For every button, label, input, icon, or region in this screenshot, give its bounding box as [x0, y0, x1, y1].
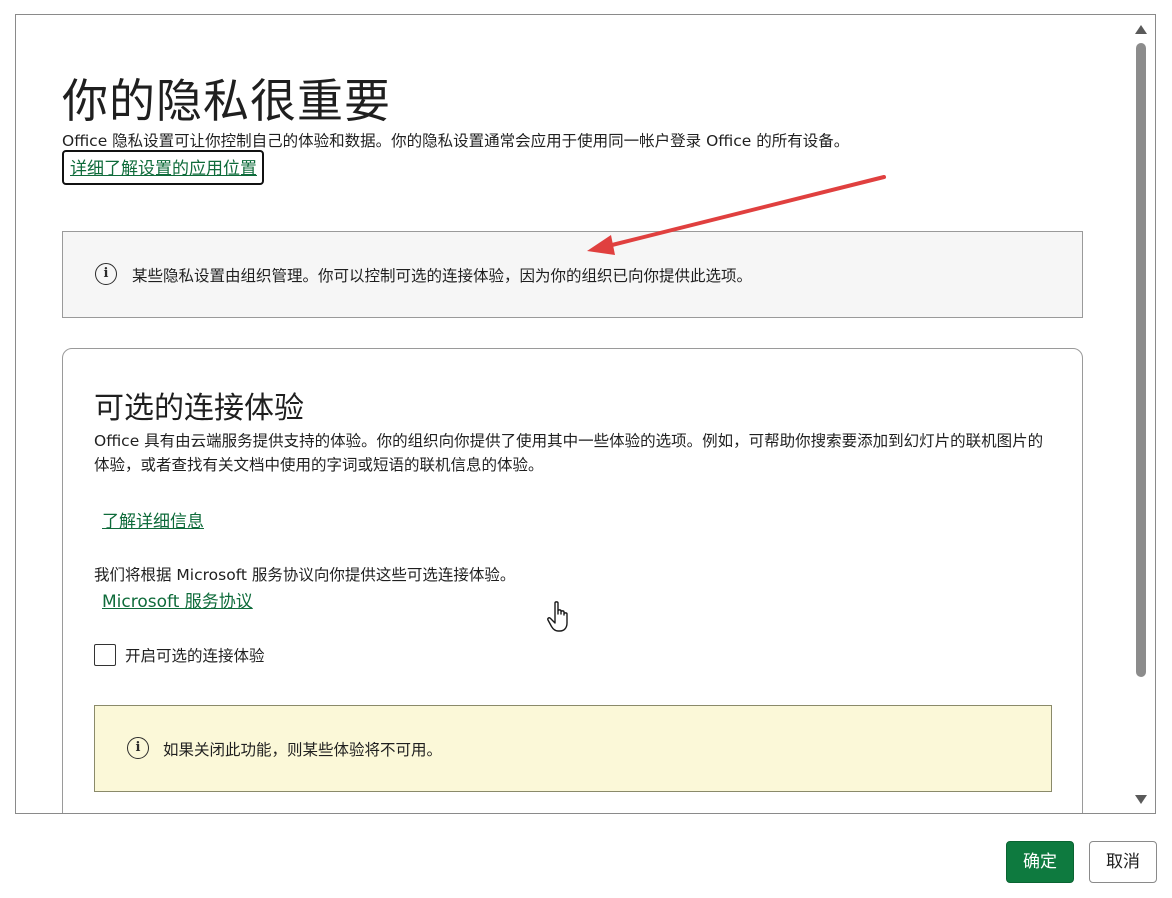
optional-experiences-toggle-row[interactable]: 开启可选的连接体验	[94, 644, 265, 666]
learn-where-settings-apply-link[interactable]: 详细了解设置的应用位置	[62, 150, 264, 185]
warning-bar: i 如果关闭此功能，则某些体验将不可用。	[94, 705, 1052, 792]
section-description: Office 具有由云端服务提供支持的体验。你的组织向你提供了使用其中一些体验的…	[94, 432, 1044, 474]
agreement-text: 我们将根据 Microsoft 服务协议向你提供这些可选连接体验。	[94, 566, 516, 584]
vertical-scrollbar[interactable]	[1127, 15, 1155, 813]
managed-settings-info-bar: i 某些隐私设置由组织管理。你可以控制可选的连接体验，因为你的组织已向你提供此选…	[62, 231, 1083, 318]
intro-text: Office 隐私设置可让你控制自己的体验和数据。你的隐私设置通常会应用于使用同…	[62, 132, 850, 150]
scroll-down-icon[interactable]	[1135, 795, 1147, 804]
ok-button[interactable]: 确定	[1006, 841, 1074, 883]
dialog-scroll-content: 你的隐私很重要 Office 隐私设置可让你控制自己的体验和数据。你的隐私设置通…	[16, 15, 1126, 813]
info-bar-text: 某些隐私设置由组织管理。你可以控制可选的连接体验，因为你的组织已向你提供此选项。	[132, 267, 753, 285]
page-title: 你的隐私很重要	[62, 74, 391, 128]
optional-connected-experiences-card: 可选的连接体验 Office 具有由云端服务提供支持的体验。你的组织向你提供了使…	[62, 348, 1083, 813]
privacy-dialog-frame: 你的隐私很重要 Office 隐私设置可让你控制自己的体验和数据。你的隐私设置通…	[15, 14, 1156, 814]
section-title: 可选的连接体验	[94, 391, 304, 426]
scroll-up-icon[interactable]	[1135, 25, 1147, 34]
cancel-button[interactable]: 取消	[1089, 841, 1157, 883]
info-icon: i	[127, 737, 149, 759]
microsoft-services-agreement-link[interactable]: Microsoft 服务协议	[102, 587, 253, 612]
learn-more-link[interactable]: 了解详细信息	[102, 507, 204, 532]
checkbox-label: 开启可选的连接体验	[125, 647, 265, 665]
warning-text: 如果关闭此功能，则某些体验将不可用。	[163, 741, 443, 759]
info-icon: i	[95, 263, 117, 285]
scroll-thumb[interactable]	[1136, 43, 1146, 677]
optional-experiences-checkbox[interactable]	[94, 644, 116, 666]
